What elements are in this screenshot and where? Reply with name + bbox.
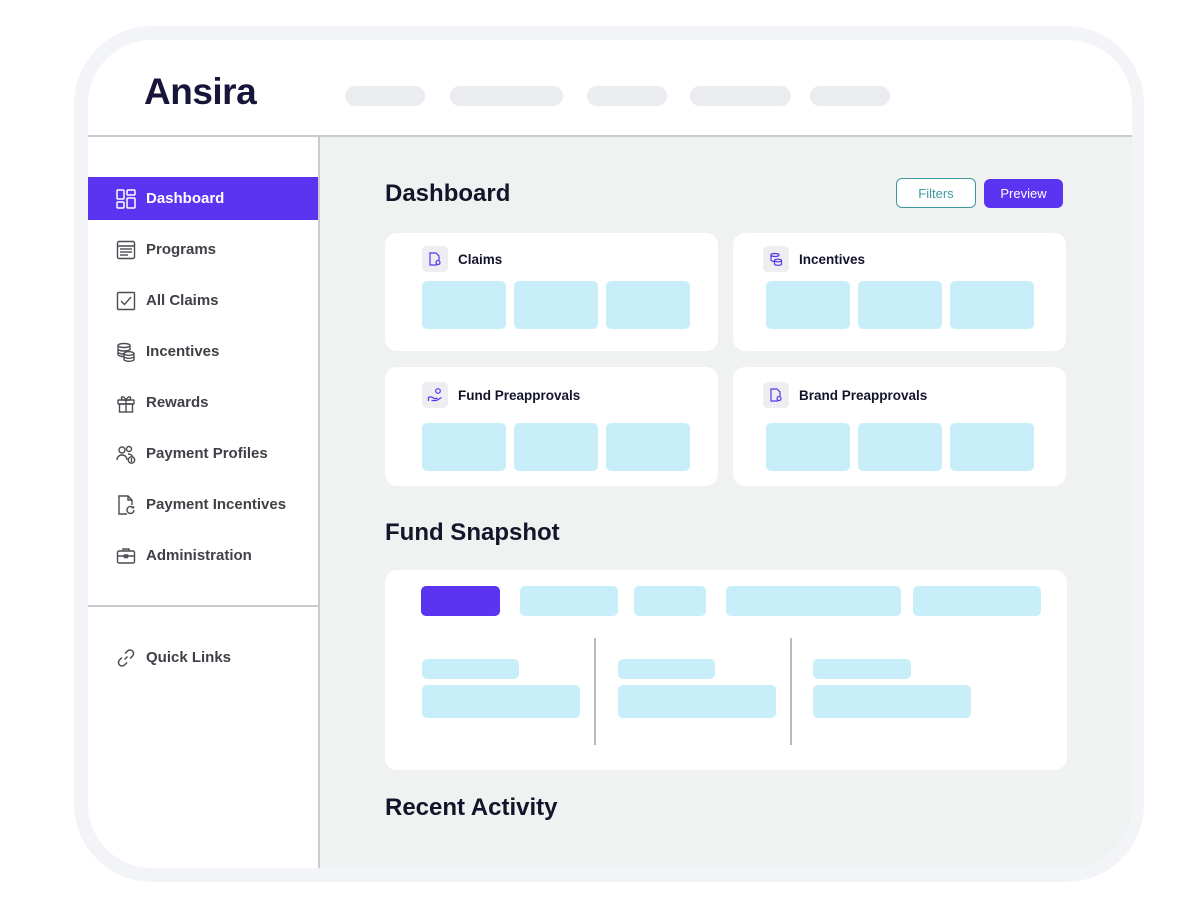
sidebar-item-label: Payment Profiles [146, 445, 268, 462]
sidebar-item-rewards[interactable]: Rewards [88, 381, 318, 424]
metric-label-placeholder [813, 659, 911, 679]
brand-preapprovals-card[interactable]: Brand Preapprovals [733, 367, 1066, 486]
coins-icon [115, 341, 137, 363]
stat-placeholder [766, 281, 850, 329]
stat-placeholder [422, 281, 506, 329]
filters-button[interactable]: Filters [896, 178, 976, 208]
dashboard-icon [115, 188, 137, 210]
card-title: Incentives [799, 251, 866, 267]
card-title: Claims [458, 251, 503, 267]
sidebar-item-payment-incentives[interactable]: Payment Incentives [88, 483, 318, 526]
users-dollar-icon [115, 443, 137, 465]
sidebar-item-dashboard[interactable]: Dashboard [88, 177, 318, 220]
metric-value-placeholder [422, 685, 580, 718]
card-header: Claims [422, 246, 502, 272]
sidebar-item-label: Incentives [146, 343, 220, 360]
sidebar-item-quick-links[interactable]: Quick Links [88, 636, 318, 679]
snapshot-tab-active[interactable] [421, 586, 500, 616]
card-title: Fund Preapprovals [458, 387, 581, 403]
gift-icon [115, 392, 137, 414]
fund-preapprovals-card[interactable]: Fund Preapprovals [385, 367, 718, 486]
sidebar-item-administration[interactable]: Administration [88, 534, 318, 577]
fund-snapshot-panel [385, 570, 1067, 770]
nav-placeholder-1[interactable] [345, 86, 425, 106]
snapshot-tab[interactable] [520, 586, 618, 616]
document-refresh-icon [115, 494, 137, 516]
briefcase-icon [115, 545, 137, 567]
claims-card[interactable]: Claims [385, 233, 718, 351]
sidebar-item-label: Dashboard [146, 190, 225, 207]
nav-placeholder-2[interactable] [450, 86, 563, 106]
card-header: Fund Preapprovals [422, 382, 580, 408]
stat-placeholder [514, 281, 598, 329]
card-header: Incentives [763, 246, 865, 272]
metric-value-placeholder [618, 685, 776, 718]
sidebar-item-label: Quick Links [146, 649, 232, 666]
stat-placeholder [422, 423, 506, 471]
stat-placeholder [514, 423, 598, 471]
card-header: Brand Preapprovals [763, 382, 927, 408]
stat-placeholder [858, 281, 942, 329]
fund-snapshot-title: Fund Snapshot [385, 519, 560, 546]
checkbox-icon [115, 290, 137, 312]
preview-button[interactable]: Preview [984, 179, 1063, 208]
nav-placeholder-3[interactable] [587, 86, 667, 106]
page-title: Dashboard [385, 180, 511, 207]
column-divider [594, 638, 596, 745]
stat-placeholder [950, 281, 1034, 329]
stat-placeholder [766, 423, 850, 471]
coins-icon [763, 246, 789, 272]
column-divider [790, 638, 792, 745]
sidebar-item-label: Payment Incentives [146, 496, 287, 513]
card-title: Brand Preapprovals [799, 387, 928, 403]
main-content: Dashboard Filters Preview Claims Incenti… [320, 137, 1132, 868]
top-header: Ansira [88, 40, 1132, 137]
stat-placeholder [606, 423, 690, 471]
sidebar-item-label: Administration [146, 547, 252, 564]
nav-placeholder-5[interactable] [810, 86, 890, 106]
sidebar-item-incentives[interactable]: Incentives [88, 330, 318, 373]
sidebar-item-label: All Claims [146, 292, 219, 309]
claims-document-icon [422, 246, 448, 272]
stat-placeholder [950, 423, 1034, 471]
snapshot-tab[interactable] [913, 586, 1041, 616]
snapshot-tab[interactable] [634, 586, 706, 616]
sidebar-item-label: Programs [146, 241, 217, 258]
snapshot-tab[interactable] [726, 586, 901, 616]
recent-activity-title: Recent Activity [385, 794, 558, 821]
stat-placeholder [858, 423, 942, 471]
metric-label-placeholder [618, 659, 715, 679]
sidebar-item-payment-profiles[interactable]: Payment Profiles [88, 432, 318, 475]
sidebar-item-programs[interactable]: Programs [88, 228, 318, 271]
link-icon [115, 647, 137, 669]
nav-placeholder-4[interactable] [690, 86, 791, 106]
stat-placeholder [606, 281, 690, 329]
metric-label-placeholder [422, 659, 519, 679]
sidebar-item-all-claims[interactable]: All Claims [88, 279, 318, 322]
metric-value-placeholder [813, 685, 971, 718]
programs-icon [115, 239, 137, 261]
sidebar: Dashboard Programs All Claims Incentives… [88, 137, 320, 868]
incentives-card[interactable]: Incentives [733, 233, 1066, 351]
sidebar-item-label: Rewards [146, 394, 209, 411]
sidebar-divider [88, 605, 318, 607]
ansira-logo: Ansira [144, 71, 257, 112]
hand-coin-icon [422, 382, 448, 408]
app-window: Ansira Dashboard Programs All Claims Inc… [88, 40, 1132, 868]
brand-document-icon [763, 382, 789, 408]
